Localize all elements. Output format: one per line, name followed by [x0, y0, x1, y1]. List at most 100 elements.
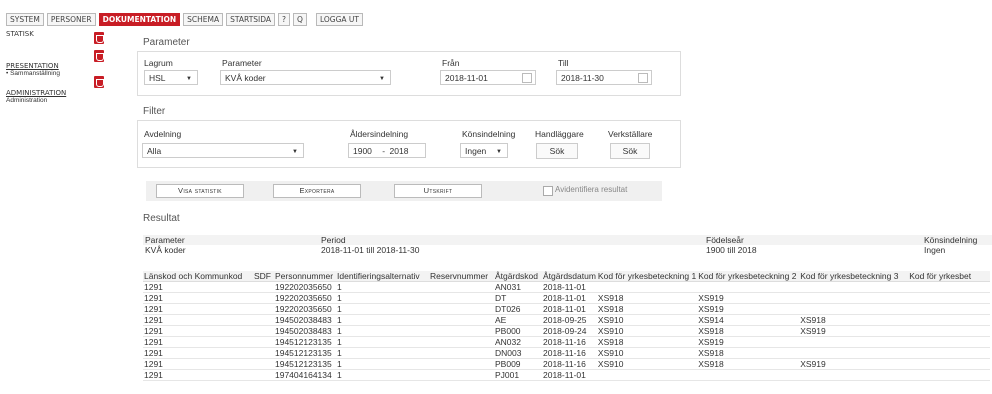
table-cell: 1 [336, 336, 429, 348]
table-cell: 2018-11-01 [542, 281, 597, 293]
pdf-icon[interactable] [94, 32, 104, 44]
table-column-header[interactable]: Länskod och Kommunkod [143, 271, 253, 282]
table-cell [429, 336, 494, 348]
table-cell: 192202035650 [274, 281, 336, 293]
table-cell: 197404164134 [274, 369, 336, 381]
action-bar: Visa statistik Exportera Utskrift Aviden… [146, 181, 662, 201]
top-navigation: SYSTEM PERSONER DOKUMENTATION SCHEMA STA… [6, 12, 363, 26]
kon-select[interactable]: Ingen ▼ [460, 143, 508, 158]
table-column-header[interactable]: Åtgärdsdatum [542, 271, 597, 282]
table-cell: 194502038483 [274, 325, 336, 337]
avdelning-select[interactable]: Alla ▼ [142, 143, 304, 158]
table-column-header[interactable]: Identifieringsalternativ [336, 271, 429, 282]
table-column-header[interactable]: Kod för yrkesbeteckning 3 [799, 271, 909, 282]
fran-date-input[interactable]: 2018-11-01 [440, 70, 536, 85]
verkstallare-search-button[interactable]: Sök [610, 143, 650, 159]
avdelning-value: Alla [147, 146, 162, 156]
table-column-header[interactable]: Kod för yrkesbet [908, 271, 991, 282]
meta-header-cell: Könsindelning [922, 235, 992, 245]
table-cell: 1291 [143, 347, 253, 359]
table-column-header[interactable]: Kod för yrkesbeteckning 1 [596, 271, 698, 282]
nav-schema[interactable]: SCHEMA [183, 12, 224, 26]
table-cell: 1 [336, 281, 429, 293]
table-column-header[interactable]: Reservnummer [429, 271, 494, 282]
alder-from[interactable]: 1900 [353, 146, 372, 156]
table-column-header[interactable]: Åtgärdskod [494, 271, 542, 282]
nav-q[interactable]: Q [293, 12, 307, 26]
sidebar-item-administration-sub[interactable]: Administration [6, 97, 121, 104]
lagrum-select[interactable]: HSL ▼ [144, 70, 198, 85]
table-cell [908, 314, 991, 326]
table-column-header[interactable]: SDF [253, 271, 274, 282]
table-cell: 2018-11-01 [542, 369, 597, 381]
table-cell [908, 292, 991, 304]
table-column-header[interactable]: Kod för yrkesbeteckning 2 [697, 271, 800, 282]
table-cell: XS919 [799, 358, 909, 370]
alder-to[interactable]: 2018 [390, 146, 409, 156]
nav-dokumentation[interactable]: DOKUMENTATION [98, 12, 181, 26]
table-cell: 1 [336, 303, 429, 315]
table-column-header[interactable]: Personnummer [274, 271, 336, 282]
table-cell: 1 [336, 369, 429, 381]
sidebar-section-administration: ADMINISTRATION Administration [6, 76, 121, 108]
nav-logga-ut[interactable]: LOGGA UT [315, 12, 363, 26]
parameter-select[interactable]: KVÅ koder ▼ [220, 70, 391, 85]
table-cell: XS910 [596, 325, 698, 337]
nav-help[interactable]: ? [278, 12, 291, 26]
meta-value-row: KVÅ koder 2018-11-01 till 2018-11-30 190… [143, 245, 992, 255]
filter-title: Filter [143, 106, 166, 117]
parameter-panel: Lagrum HSL ▼ Parameter KVÅ koder ▼ Från … [137, 51, 681, 96]
alder-range-input[interactable]: 1900 - 2018 [348, 143, 426, 158]
handlaggare-search-button[interactable]: Sök [536, 143, 578, 159]
utskrift-button[interactable]: Utskrift [394, 184, 482, 198]
table-cell [429, 369, 494, 381]
calendar-icon[interactable] [522, 73, 532, 83]
table-cell [253, 336, 274, 348]
alder-label: Åldersindelning [350, 129, 409, 139]
meta-value-cell: 1900 till 2018 [706, 245, 757, 255]
table-cell: 1291 [143, 303, 253, 315]
table-cell: XS918 [596, 303, 698, 315]
meta-header-cell: Period [319, 235, 704, 245]
table-header-row: Länskod och Kommunkod SDF Personnummer Iden… [143, 271, 991, 282]
nav-personer[interactable]: PERSONER [46, 12, 96, 26]
table-cell: 2018-11-16 [542, 358, 597, 370]
resultat-title: Resultat [143, 213, 180, 224]
till-date-input[interactable]: 2018-11-30 [556, 70, 652, 85]
table-cell [799, 369, 909, 381]
table-cell: 1291 [143, 358, 253, 370]
table-cell: 1 [336, 358, 429, 370]
chevron-down-icon: ▼ [379, 76, 385, 82]
sidebar: STATISK PRESENTATION • Sammanställning A… [6, 30, 121, 108]
table-cell: 194512123135 [274, 347, 336, 359]
nav-startsida[interactable]: STARTSIDA [226, 12, 276, 26]
table-cell: 1291 [143, 281, 253, 293]
pdf-icon[interactable] [94, 76, 104, 88]
table-cell [697, 281, 800, 293]
table-cell [596, 369, 698, 381]
table-cell: 1 [336, 292, 429, 304]
avidentifiera-checkbox[interactable] [543, 186, 553, 196]
table-cell [908, 325, 991, 337]
pdf-icon[interactable] [94, 50, 104, 62]
table-row: 1291 192202035650 1 DT 2018-11-01 XS918 XS919 [143, 292, 991, 304]
table-cell: XS914 [697, 314, 800, 326]
table-row: 1291 192202035650 1 DT026 2018-11-01 XS918 XS9… [143, 303, 991, 315]
table-cell [253, 281, 274, 293]
table-cell [253, 358, 274, 370]
table-cell: XS918 [697, 358, 800, 370]
table-cell: XS919 [799, 325, 909, 337]
visa-statistik-button[interactable]: Visa statistik [156, 184, 244, 198]
table-cell: 2018-11-01 [542, 292, 597, 304]
nav-system[interactable]: SYSTEM [6, 12, 44, 26]
table-cell [799, 292, 909, 304]
table-cell [429, 325, 494, 337]
resultat-table: Länskod och Kommunkod SDF Personnummer Iden… [143, 271, 991, 381]
table-cell [799, 336, 909, 348]
table-cell [799, 347, 909, 359]
table-cell: 192202035650 [274, 292, 336, 304]
exportera-button[interactable]: Exportera [273, 184, 361, 198]
table-cell: 192202035650 [274, 303, 336, 315]
table-cell [908, 281, 991, 293]
calendar-icon[interactable] [638, 73, 648, 83]
